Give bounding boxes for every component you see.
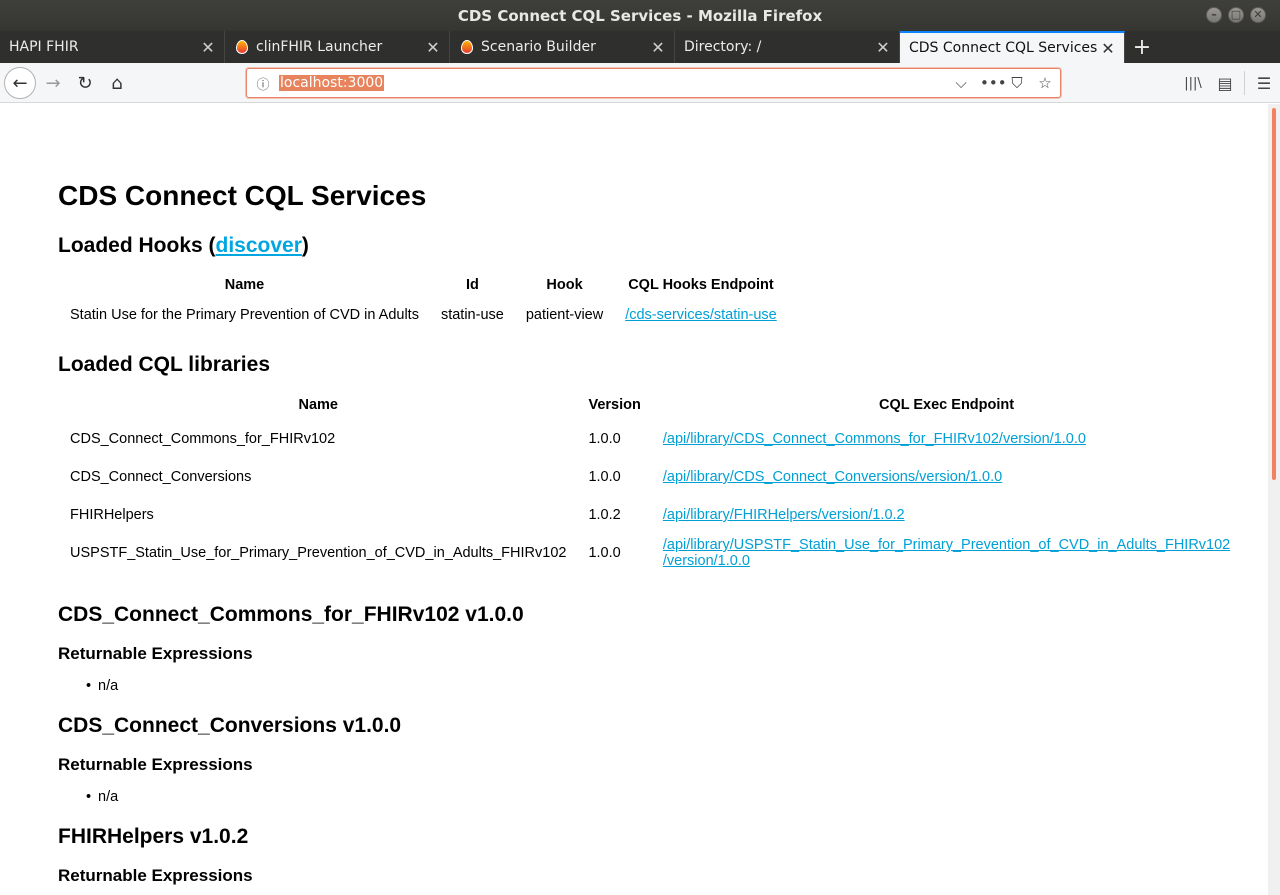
toolbar-right: |||\ ▤ ☰	[1177, 63, 1280, 103]
tab-label: Directory: /	[684, 39, 762, 55]
library-icon[interactable]: |||\	[1177, 76, 1209, 91]
column-header-name: Name	[224, 277, 265, 293]
navigation-toolbar: ← → ↻ ⌂ ⓘ localhost:3000 ⌵ ••• ⛉ ☆ |||\ …	[0, 63, 1280, 103]
list-item: n/a	[86, 789, 118, 805]
library-endpoint-cell: /api/library/CDS_Connect_Conversions/ver…	[652, 458, 1241, 496]
window-title: CDS Connect CQL Services - Mozilla Firef…	[457, 6, 823, 25]
page-title: CDS Connect CQL Services	[58, 180, 427, 211]
minimize-button[interactable]: –	[1206, 7, 1222, 23]
tab-directory[interactable]: Directory: / ✕	[675, 31, 900, 63]
hamburger-menu-icon[interactable]: ☰	[1248, 74, 1280, 93]
hook-endpoint-cell: /cds-services/statin-use	[614, 300, 788, 330]
hook-endpoint-link[interactable]: /cds-services/statin-use	[625, 307, 777, 323]
table-row: USPSTF_Statin_Use_for_Primary_Prevention…	[59, 534, 1241, 572]
column-header-id: Id	[465, 277, 479, 293]
hooks-table: Name Id Hook CQL Hooks Endpoint Statin U…	[59, 270, 788, 330]
returnable-expressions-heading: Returnable Expressions	[58, 866, 253, 885]
site-info-icon[interactable]: ⓘ	[247, 74, 279, 93]
column-header-endpoint: CQL Hooks Endpoint	[628, 277, 774, 293]
vertical-scrollbar[interactable]	[1268, 104, 1280, 895]
library-name: USPSTF_Statin_Use_for_Primary_Prevention…	[70, 545, 567, 561]
library-section-heading: CDS_Connect_Conversions v1.0.0	[58, 714, 402, 737]
table-row: FHIRHelpers 1.0.2 /api/library/FHIRHelpe…	[59, 496, 1241, 534]
library-endpoint-link[interactable]: /api/library/FHIRHelpers/version/1.0.2	[663, 507, 905, 523]
url-dropdown-icon[interactable]: ⌵	[952, 74, 970, 92]
returnable-expressions-heading: Returnable Expressions	[58, 755, 253, 774]
library-name: CDS_Connect_Conversions	[70, 469, 252, 485]
returnable-expressions-heading: Returnable Expressions	[58, 644, 253, 663]
close-tab-icon[interactable]: ✕	[1100, 39, 1116, 58]
new-tab-button[interactable]: +	[1125, 31, 1159, 63]
url-bar[interactable]: ⓘ localhost:3000 ⌵ ••• ⛉ ☆	[246, 68, 1061, 98]
page-content: CDS Connect CQL Services Loaded Hooks (d…	[0, 104, 1268, 895]
back-button[interactable]: ←	[4, 67, 36, 99]
column-header-name: Name	[298, 397, 338, 413]
tab-strip: HAPI FHIR ✕ clinFHIR Launcher ✕ Scenario…	[0, 31, 1280, 63]
hook-id: statin-use	[440, 307, 504, 323]
tab-clinfhir-launcher[interactable]: clinFHIR Launcher ✕	[225, 31, 450, 63]
pocket-icon[interactable]: ⛉	[1008, 74, 1026, 92]
flame-icon	[234, 39, 250, 55]
library-endpoint-cell: /api/library/FHIRHelpers/version/1.0.2	[652, 496, 1241, 534]
table-row: CDS_Connect_Commons_for_FHIRv102 1.0.0 /…	[59, 420, 1241, 458]
library-version: 1.0.0	[588, 469, 621, 485]
toolbar-separator	[1244, 71, 1245, 95]
library-section-heading: CDS_Connect_Commons_for_FHIRv102 v1.0.0	[58, 603, 524, 626]
libraries-table: Name Version CQL Exec Endpoint CDS_Conne…	[59, 390, 1241, 572]
tab-label: clinFHIR Launcher	[256, 39, 383, 55]
library-version: 1.0.2	[588, 507, 621, 523]
column-header-hook: Hook	[546, 277, 583, 293]
window-controls: – □ ✕	[1206, 7, 1266, 23]
forward-button[interactable]: →	[38, 68, 68, 98]
column-header-version: Version	[588, 397, 641, 413]
library-endpoint-cell: /api/library/CDS_Connect_Commons_for_FHI…	[652, 420, 1241, 458]
discover-link[interactable]: discover	[216, 234, 302, 257]
close-tab-icon[interactable]: ✕	[425, 38, 441, 57]
library-endpoint-link[interactable]: /api/library/USPSTF_Statin_Use_for_Prima…	[663, 537, 1230, 569]
reload-button[interactable]: ↻	[70, 68, 100, 98]
flame-icon	[459, 39, 475, 55]
home-button[interactable]: ⌂	[102, 68, 132, 98]
column-header-endpoint: CQL Exec Endpoint	[879, 397, 1015, 413]
hook-type: patient-view	[525, 307, 604, 323]
hook-name: Statin Use for the Primary Prevention of…	[70, 307, 419, 323]
url-bar-actions: ⌵ ••• ⛉ ☆	[952, 69, 1054, 97]
tab-label: HAPI FHIR	[9, 39, 79, 55]
sidebar-icon[interactable]: ▤	[1209, 74, 1241, 93]
tab-cds-connect-cql-services[interactable]: CDS Connect CQL Services ✕	[900, 31, 1125, 63]
table-row: CDS_Connect_Conversions 1.0.0 /api/libra…	[59, 458, 1241, 496]
library-endpoint-link[interactable]: /api/library/CDS_Connect_Commons_for_FHI…	[663, 431, 1086, 447]
tab-hapi-fhir[interactable]: HAPI FHIR ✕	[0, 31, 225, 63]
library-endpoint-cell: /api/library/USPSTF_Statin_Use_for_Prima…	[652, 534, 1241, 572]
loaded-libraries-heading: Loaded CQL libraries	[58, 353, 270, 376]
library-name: CDS_Connect_Commons_for_FHIRv102	[70, 431, 336, 447]
page-actions-icon[interactable]: •••	[980, 74, 1007, 92]
close-tab-icon[interactable]: ✕	[650, 38, 666, 57]
maximize-button[interactable]: □	[1228, 7, 1244, 23]
tab-label: CDS Connect CQL Services	[909, 40, 1098, 56]
url-input[interactable]: localhost:3000	[279, 75, 385, 91]
loaded-hooks-heading: Loaded Hooks (discover)	[58, 234, 309, 257]
library-version: 1.0.0	[588, 545, 621, 561]
close-window-button[interactable]: ✕	[1250, 7, 1266, 23]
library-endpoint-link[interactable]: /api/library/CDS_Connect_Conversions/ver…	[663, 469, 1002, 485]
list-item: n/a	[86, 678, 118, 694]
library-section-heading: FHIRHelpers v1.0.2	[58, 825, 249, 848]
scrollbar-thumb[interactable]	[1272, 108, 1276, 480]
tab-label: Scenario Builder	[481, 39, 596, 55]
url-text: localhost:3000	[279, 75, 385, 91]
table-header-row: Name Version CQL Exec Endpoint	[59, 390, 1241, 420]
tab-scenario-builder[interactable]: Scenario Builder ✕	[450, 31, 675, 63]
table-row: Statin Use for the Primary Prevention of…	[59, 300, 788, 330]
close-tab-icon[interactable]: ✕	[875, 38, 891, 57]
window-titlebar: CDS Connect CQL Services - Mozilla Firef…	[0, 0, 1280, 31]
library-version: 1.0.0	[588, 431, 621, 447]
table-header-row: Name Id Hook CQL Hooks Endpoint	[59, 270, 788, 300]
close-tab-icon[interactable]: ✕	[200, 38, 216, 57]
library-name: FHIRHelpers	[70, 507, 154, 523]
bookmark-star-icon[interactable]: ☆	[1036, 74, 1054, 92]
